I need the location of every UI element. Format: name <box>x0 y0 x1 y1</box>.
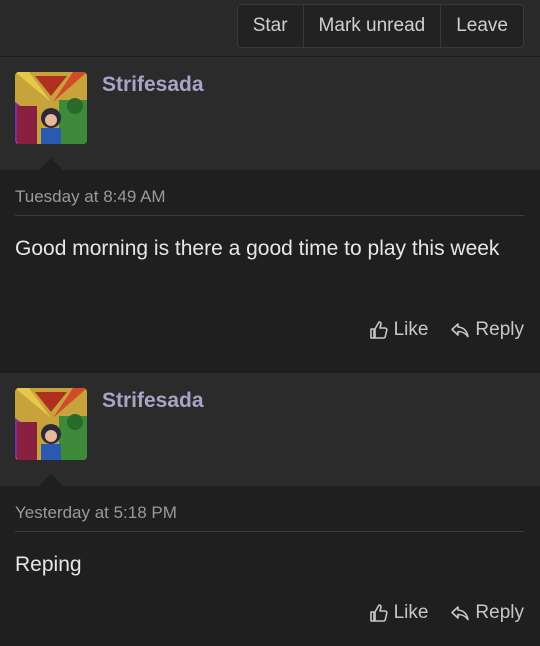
thread-toolbar: Star Mark unread Leave <box>0 0 540 57</box>
message-item: Strifesada Yesterday at 5:18 PM Reping L… <box>0 373 540 646</box>
thumbs-up-icon <box>369 321 388 339</box>
thumbs-up-icon <box>369 604 388 622</box>
divider <box>15 215 524 216</box>
message-actions: Like Reply <box>369 602 524 624</box>
message-body: Tuesday at 8:49 AM Good morning is there… <box>0 170 540 363</box>
avatar[interactable] <box>15 388 87 460</box>
reply-label: Reply <box>475 319 524 340</box>
like-button[interactable]: Like <box>369 319 429 341</box>
message-pointer <box>39 474 63 486</box>
like-label: Like <box>393 319 429 340</box>
message-actions: Like Reply <box>369 319 524 341</box>
username[interactable]: Strifesada <box>102 73 204 97</box>
reply-icon <box>451 606 470 621</box>
message-header: Strifesada <box>0 373 540 486</box>
mark-unread-button[interactable]: Mark unread <box>304 5 442 47</box>
reply-icon <box>451 323 470 338</box>
reply-button[interactable]: Reply <box>450 319 524 341</box>
avatar[interactable] <box>15 72 87 144</box>
message-pointer <box>39 158 63 170</box>
message-timestamp[interactable]: Yesterday at 5:18 PM <box>15 503 177 523</box>
reply-label: Reply <box>475 602 524 623</box>
leave-button[interactable]: Leave <box>441 5 523 47</box>
like-button[interactable]: Like <box>369 602 429 624</box>
username[interactable]: Strifesada <box>102 389 204 413</box>
divider <box>15 531 524 532</box>
reply-button[interactable]: Reply <box>450 602 524 624</box>
message-text: Good morning is there a good time to pla… <box>15 237 500 260</box>
message-separator <box>0 363 540 373</box>
message-header: Strifesada <box>0 57 540 170</box>
message-body: Yesterday at 5:18 PM Reping Like Reply <box>0 486 540 646</box>
message-timestamp[interactable]: Tuesday at 8:49 AM <box>15 187 166 207</box>
message-text: Reping <box>15 553 82 576</box>
avatar-image <box>15 388 87 460</box>
like-label: Like <box>393 602 429 623</box>
thread-actions-group: Star Mark unread Leave <box>236 4 524 48</box>
message-item: Strifesada Tuesday at 8:49 AM Good morni… <box>0 57 540 363</box>
star-button[interactable]: Star <box>238 5 304 47</box>
avatar-image <box>15 72 87 144</box>
